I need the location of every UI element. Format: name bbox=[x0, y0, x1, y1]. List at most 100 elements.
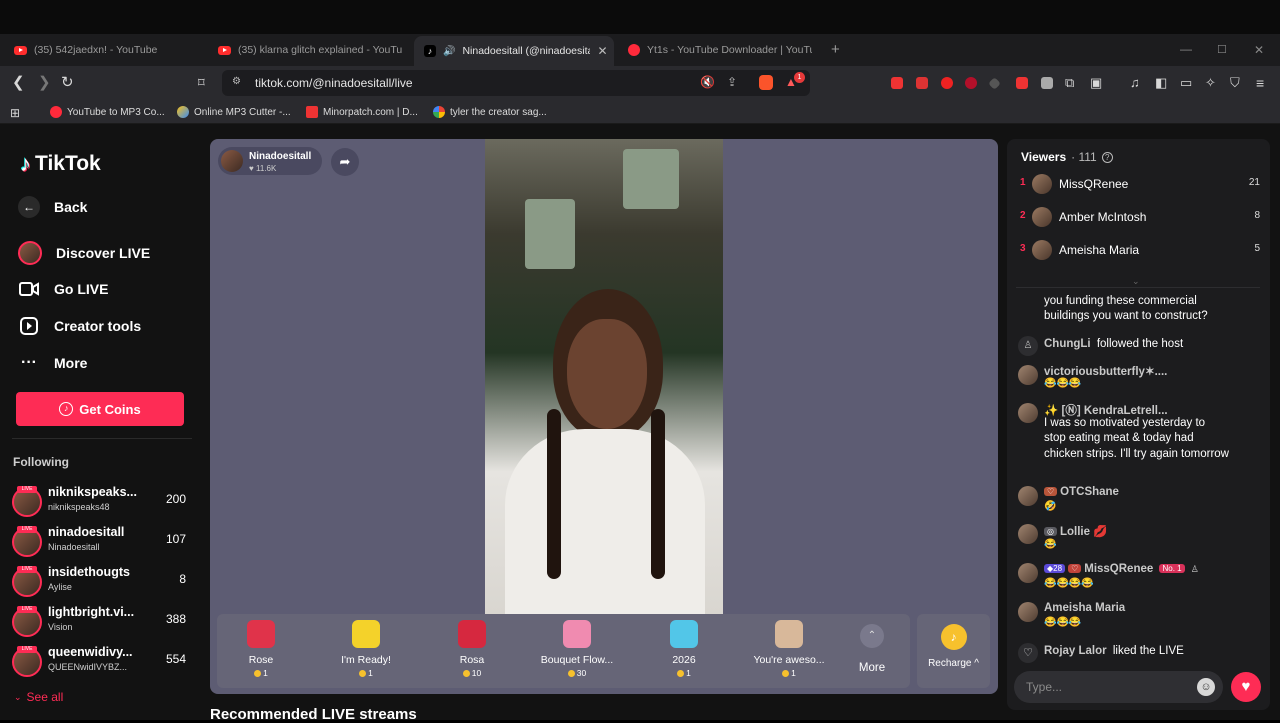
avatar bbox=[1018, 486, 1038, 506]
gift-item[interactable]: I'm Ready! 1 bbox=[321, 620, 411, 678]
chat-message-partial: you funding these commercial buildings y… bbox=[1044, 295, 1208, 322]
puzzle-icon[interactable]: ⧉ bbox=[1065, 75, 1074, 91]
tab-tiktok-active[interactable]: ♪ 🔊 Ninadoesitall (@ninadoesitall) ✕ bbox=[414, 36, 614, 66]
bookmark-item[interactable]: YouTube to MP3 Co... bbox=[50, 106, 165, 118]
chat-username[interactable]: Lollie 💋 bbox=[1060, 526, 1108, 538]
chat-username[interactable]: Ameisha Maria bbox=[1044, 602, 1125, 614]
following-sub: Aylise bbox=[48, 582, 72, 592]
minorpatch-icon bbox=[306, 106, 318, 118]
share-icon[interactable]: ➦ bbox=[331, 148, 359, 176]
share-icon[interactable]: ⇪ bbox=[727, 75, 737, 89]
screenshot-icon[interactable]: ▣ bbox=[1090, 75, 1102, 91]
media-icon[interactable]: ♫ bbox=[1130, 75, 1140, 91]
window-close-icon[interactable]: ✕ bbox=[1254, 42, 1264, 58]
like-heart-button[interactable]: ♥ bbox=[1231, 672, 1261, 702]
chat-text: I was so motivated yesterday to stop eat… bbox=[1044, 417, 1229, 460]
recharge-button[interactable]: ♪ Recharge ^ bbox=[917, 614, 990, 688]
get-coins-button[interactable]: ♪ Get Coins bbox=[16, 392, 184, 426]
extension-icon[interactable] bbox=[891, 77, 903, 89]
extension-icon[interactable] bbox=[941, 77, 953, 89]
window-top-bar bbox=[0, 0, 1280, 34]
sidebar-item-creator-tools[interactable]: Creator tools bbox=[18, 315, 141, 337]
more-label: More bbox=[858, 662, 886, 674]
gift-item[interactable]: Bouquet Flow... 30 bbox=[532, 620, 622, 678]
gift-item[interactable]: You're aweso... 1 bbox=[744, 620, 834, 678]
sidebar-item-back[interactable]: ← Back bbox=[18, 196, 87, 218]
rose-icon bbox=[247, 620, 275, 648]
extension-icon[interactable] bbox=[916, 77, 928, 89]
see-all-link[interactable]: ⌄ See all bbox=[14, 690, 63, 704]
maximize-icon[interactable]: ☐ bbox=[1217, 42, 1227, 58]
chat-username[interactable]: victoriousbutterfly✶.... bbox=[1044, 364, 1167, 378]
host-name: Ninadoesitall bbox=[249, 151, 312, 162]
address-bar[interactable]: ⚙ tiktok.com/@ninadoesitall/live 🔇 ⇪ ▲ 1 bbox=[222, 70, 810, 96]
following-item[interactable]: LIVE insidethougts Aylise 8 bbox=[12, 565, 192, 601]
chat-input[interactable]: Type... ☺ bbox=[1014, 671, 1223, 703]
menu-icon[interactable]: ≡ bbox=[1256, 75, 1264, 91]
sidebar-toggle-icon[interactable]: ◧ bbox=[1155, 75, 1167, 91]
brave-shield-icon[interactable] bbox=[759, 75, 773, 90]
sidebar-item-more[interactable]: ··· More bbox=[18, 352, 87, 374]
expand-chevron-icon[interactable]: ⌄ bbox=[1132, 276, 1140, 287]
following-name: insidethougts bbox=[48, 565, 130, 579]
person-face bbox=[567, 319, 647, 429]
sidebar-item-discover-live[interactable]: Discover LIVE bbox=[18, 241, 150, 265]
site-info-icon[interactable]: ⚙ bbox=[232, 76, 241, 87]
sidebar-item-label: Creator tools bbox=[54, 318, 142, 334]
chevron-down-icon: ⌄ bbox=[14, 691, 22, 702]
tab-youtube-1[interactable]: (35) 542jaedxn! - YouTube bbox=[14, 38, 204, 62]
profile-avatar-icon bbox=[18, 241, 42, 265]
following-item[interactable]: LIVE niknikspeaks... niknikspeaks48 200 bbox=[12, 485, 192, 521]
bookmark-icon[interactable]: ⌑ bbox=[198, 75, 205, 91]
tab-yt1s[interactable]: Yt1s - YouTube Downloader | YouTube bbox=[628, 38, 812, 62]
ublock-icon[interactable] bbox=[965, 77, 977, 89]
vpn-shield-icon[interactable]: ⛉ bbox=[1230, 75, 1240, 91]
viewers-title: Viewers bbox=[1021, 150, 1067, 164]
planter-bucket bbox=[525, 199, 575, 269]
chat-username[interactable]: Rojay Lalor bbox=[1044, 645, 1107, 657]
ai-star-icon[interactable]: ✧ bbox=[1205, 75, 1216, 91]
youtube-icon bbox=[218, 45, 231, 55]
braid bbox=[651, 409, 665, 579]
avatar bbox=[1018, 403, 1038, 423]
viewer-row[interactable]: 3 Ameisha Maria 5 bbox=[1020, 240, 1260, 260]
bookmark-item[interactable]: tyler the creator sag... bbox=[433, 106, 547, 118]
back-arrow-icon[interactable]: ❮ bbox=[12, 75, 25, 91]
viewer-row[interactable]: 2 Amber McIntosh 8 bbox=[1020, 207, 1260, 227]
following-item[interactable]: LIVE queenwidivy... QUEENwidIVYBZ... 554 bbox=[12, 645, 192, 681]
apps-grid-icon[interactable]: ⊞ bbox=[10, 105, 20, 121]
following-title: Following bbox=[13, 455, 69, 469]
close-icon[interactable]: ✕ bbox=[597, 44, 607, 58]
mute-icon[interactable]: 🔇 bbox=[700, 75, 715, 89]
reload-icon[interactable]: ↻ bbox=[61, 75, 74, 91]
host-pill[interactable]: Ninadoesitall ♥ 11.6K bbox=[218, 147, 322, 175]
live-video[interactable] bbox=[485, 139, 723, 614]
gift-item[interactable]: Rose 1 bbox=[216, 620, 306, 678]
extension-icon[interactable] bbox=[1041, 77, 1053, 89]
chat-username[interactable]: OTCShane bbox=[1060, 486, 1119, 498]
tiktok-logo[interactable]: ♪ TikTok bbox=[20, 151, 101, 177]
help-icon[interactable]: ? bbox=[1101, 151, 1113, 163]
bookmark-item[interactable]: Minorpatch.com | D... bbox=[306, 106, 418, 118]
new-tab-icon[interactable]: + bbox=[831, 42, 840, 58]
viewer-row[interactable]: 1 MissQRenee 21 bbox=[1020, 174, 1260, 194]
speaker-icon[interactable]: 🔊 bbox=[443, 46, 455, 57]
forward-arrow-icon[interactable]: ❯ bbox=[38, 75, 51, 91]
more-gifts-button[interactable]: ⌃ More bbox=[848, 624, 896, 674]
gift-item[interactable]: 2026 1 bbox=[639, 620, 729, 678]
chat-username[interactable]: ChungLi bbox=[1044, 338, 1091, 350]
bookmark-item[interactable]: Online MP3 Cutter -... bbox=[177, 106, 291, 118]
gift-price: 1 bbox=[639, 668, 729, 678]
minimize-icon[interactable]: — bbox=[1180, 41, 1192, 57]
emoji-icon[interactable]: ☺ bbox=[1197, 678, 1215, 696]
extension-icon[interactable] bbox=[1016, 77, 1028, 89]
sidebar-item-go-live[interactable]: Go LIVE bbox=[18, 278, 108, 300]
wallet-icon[interactable]: ▭ bbox=[1180, 75, 1192, 91]
following-item[interactable]: LIVE lightbright.vi... Vision 388 bbox=[12, 605, 192, 641]
following-item[interactable]: LIVE ninadoesitall Ninadoesitall 107 bbox=[12, 525, 192, 561]
fan-badge-icon: ♡ bbox=[1044, 487, 1058, 497]
chat-username[interactable]: MissQRenee bbox=[1084, 563, 1153, 575]
avatar bbox=[1032, 174, 1052, 194]
tab-youtube-2[interactable]: (35) klarna glitch explained - YouTube bbox=[218, 38, 402, 62]
gift-item[interactable]: Rosa 10 bbox=[427, 620, 517, 678]
